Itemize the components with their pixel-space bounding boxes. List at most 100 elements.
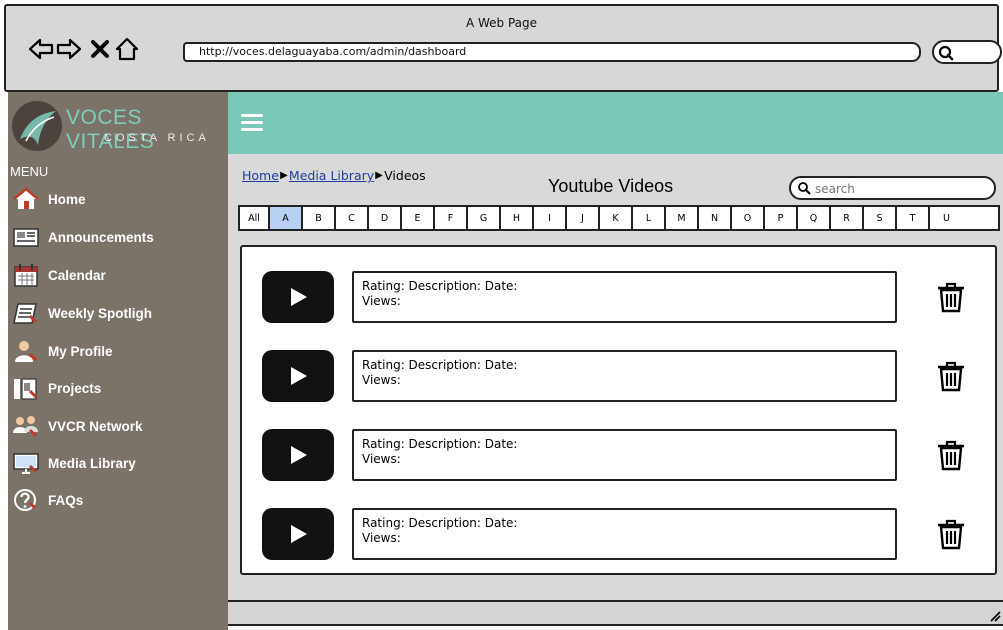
sidebar-item-label: FAQs [48,492,84,508]
delete-button[interactable] [936,439,966,471]
sidebar-item-projects[interactable]: Projects [12,373,226,403]
alpha-tab-s[interactable]: S [864,207,897,229]
alpha-tab-i[interactable]: I [534,207,567,229]
menu-label: MENU [10,164,49,179]
sidebar-item-media-library[interactable]: Media Library [12,448,226,478]
alpha-tab-u[interactable]: U [930,207,963,229]
resize-handle-icon[interactable] [987,608,1001,622]
alpha-tab-d[interactable]: D [369,207,402,229]
question-icon [12,487,40,513]
back-button[interactable] [28,36,54,62]
calendar-icon [12,262,40,288]
sidebar-item-vvcr-network[interactable]: VVCR Network [12,411,226,441]
breadcrumb-media-library-link[interactable]: Media Library [289,168,374,183]
alpha-tab-a[interactable]: A [270,207,303,229]
sidebar-item-label: VVCR Network [48,418,143,434]
forward-button[interactable] [56,36,82,62]
alpha-tab-r[interactable]: R [831,207,864,229]
search-input[interactable] [815,180,985,197]
trash-icon [938,361,964,392]
page-title: Youtube Videos [548,176,674,196]
alpha-tab-p[interactable]: P [765,207,798,229]
alpha-tab-m[interactable]: M [666,207,699,229]
video-views: Views: [362,294,401,308]
search-icon [798,182,811,195]
alpha-tab-q[interactable]: Q [798,207,831,229]
sidebar-item-my-profile[interactable]: My Profile [12,336,226,366]
url-bar[interactable]: http://voces.delaguayaba.com/admin/dashb… [183,42,921,62]
alpha-tab-t[interactable]: T [897,207,930,229]
alpha-tab-f[interactable]: F [435,207,468,229]
breadcrumb: Home ▶ Media Library ▶ Videos [242,168,426,183]
play-icon [291,288,307,306]
alpha-tab-n[interactable]: N [699,207,732,229]
folder-icon [12,375,40,401]
list-item: Rating: Description: Date: Views: [242,271,999,331]
breadcrumb-separator-icon: ▶ [280,170,288,181]
alpha-tab-k[interactable]: K [600,207,633,229]
monitor-icon [12,450,40,476]
footer-bar [228,600,1003,626]
house-icon [12,186,40,212]
breadcrumb-home-link[interactable]: Home [242,168,279,183]
logo-subtitle: COSTA RICA [104,132,210,144]
search-box[interactable] [789,176,996,200]
trash-icon [938,440,964,471]
video-details: Rating: Description: Date: Views: [352,271,897,323]
sidebar: VOCES VITALES COSTA RICA MENU Home Annou… [8,92,228,630]
video-details: Rating: Description: Date: Views: [352,508,897,560]
alpha-tab-e[interactable]: E [402,207,435,229]
video-meta: Rating: Description: Date: [362,516,518,530]
home-icon [115,37,139,61]
alpha-tab-h[interactable]: H [501,207,534,229]
alpha-tab-b[interactable]: B [303,207,336,229]
sidebar-item-weekly-spotlight[interactable]: Weekly Spotligh [12,298,226,328]
video-thumbnail[interactable] [262,429,334,481]
hamburger-menu-icon[interactable] [241,114,263,132]
logo-title: VOCES VITALES [66,106,155,153]
delete-button[interactable] [936,518,966,550]
alpha-tab-l[interactable]: L [633,207,666,229]
sidebar-item-label: Weekly Spotligh [48,305,153,321]
user-icon [12,338,40,364]
alpha-tab-o[interactable]: O [732,207,765,229]
sidebar-item-label: Announcements [48,229,154,245]
home-button[interactable] [114,36,140,62]
play-icon [291,446,307,464]
video-thumbnail[interactable] [262,350,334,402]
video-meta: Rating: Description: Date: [362,279,518,293]
alpha-tab-g[interactable]: G [468,207,501,229]
trash-icon [938,282,964,313]
trash-icon [938,519,964,550]
breadcrumb-current: Videos [384,168,426,183]
alpha-tab-c[interactable]: C [336,207,369,229]
video-thumbnail[interactable] [262,508,334,560]
arrow-right-icon [56,38,82,60]
breadcrumb-separator-icon: ▶ [375,170,383,181]
sidebar-item-announcements[interactable]: Announcements [12,222,226,252]
newspaper-icon [12,224,40,250]
sidebar-item-label: Projects [48,380,102,396]
sidebar-item-label: Calendar [48,267,106,283]
alpha-tab-all[interactable]: All [240,207,270,229]
video-thumbnail[interactable] [262,271,334,323]
browser-window: A Web Page http://voces.delaguayaba.com/… [0,0,1003,630]
browser-search-button[interactable] [932,40,1002,64]
delete-button[interactable] [936,281,966,313]
sidebar-item-label: My Profile [48,343,113,359]
video-meta: Rating: Description: Date: [362,358,518,372]
list-item: Rating: Description: Date: Views: [242,429,999,489]
logo-emblem [12,101,62,151]
search-icon [938,45,954,61]
list-item: Rating: Description: Date: Views: [242,508,999,568]
delete-button[interactable] [936,360,966,392]
logo[interactable]: VOCES VITALES COSTA RICA [8,92,228,155]
play-icon [291,525,307,543]
play-icon [291,367,307,385]
stop-button[interactable] [87,36,113,62]
browser-chrome: A Web Page http://voces.delaguayaba.com/… [4,4,1002,92]
sidebar-item-calendar[interactable]: Calendar [12,260,226,290]
sidebar-item-home[interactable]: Home [12,184,226,214]
alpha-tab-j[interactable]: J [567,207,600,229]
sidebar-item-faqs[interactable]: FAQs [12,485,226,515]
